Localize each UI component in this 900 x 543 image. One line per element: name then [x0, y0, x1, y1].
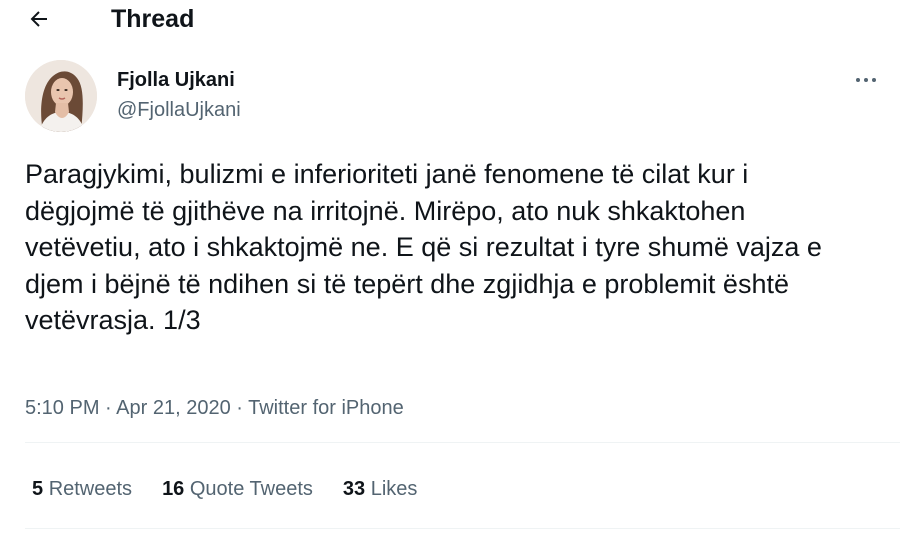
- tweet-timestamp-date[interactable]: Apr 21, 2020: [116, 397, 231, 419]
- likes-stat[interactable]: 33 Likes: [343, 476, 418, 502]
- meta-separator: ·: [230, 397, 249, 419]
- tweet-text: Paragjykimi, bulizmi e inferioriteti jan…: [25, 159, 822, 336]
- meta-separator: ·: [99, 397, 117, 419]
- author-handle[interactable]: @FjollaUjkani: [117, 98, 241, 122]
- quotes-label: Quote Tweets: [189, 478, 313, 500]
- page-title: Thread: [111, 5, 195, 33]
- more-horizontal-icon: [856, 78, 876, 82]
- back-button[interactable]: [22, 4, 56, 34]
- avatar[interactable]: [25, 60, 97, 132]
- tweet-thread-page: Thread Fjolla Ujkani @FjollaUjkani Parag…: [0, 0, 900, 543]
- profile-photo-icon: [25, 60, 97, 132]
- likes-label: Likes: [370, 478, 418, 500]
- tweet-stats: 5 Retweets 16 Quote Tweets 33 Likes: [32, 476, 417, 502]
- likes-count: 33: [342, 478, 366, 500]
- tweet-source[interactable]: Twitter for iPhone: [248, 397, 404, 419]
- quotes-count: 16: [162, 478, 185, 500]
- quote-tweets-stat[interactable]: 16 Quote Tweets: [162, 476, 313, 502]
- thread-header: Thread: [0, 0, 900, 40]
- more-options-button[interactable]: [848, 66, 884, 94]
- divider: [25, 442, 900, 443]
- tweet-meta: 5:10 PM · Apr 21, 2020 · Twitter for iPh…: [25, 395, 404, 421]
- arrow-left-icon: [30, 11, 47, 27]
- divider: [25, 528, 900, 529]
- retweets-count: 5: [32, 478, 44, 500]
- retweets-label: Retweets: [48, 478, 133, 500]
- author-name[interactable]: Fjolla Ujkani: [117, 68, 235, 92]
- tweet-timestamp-time[interactable]: 5:10 PM: [25, 397, 99, 419]
- retweets-stat[interactable]: 5 Retweets: [32, 476, 132, 502]
